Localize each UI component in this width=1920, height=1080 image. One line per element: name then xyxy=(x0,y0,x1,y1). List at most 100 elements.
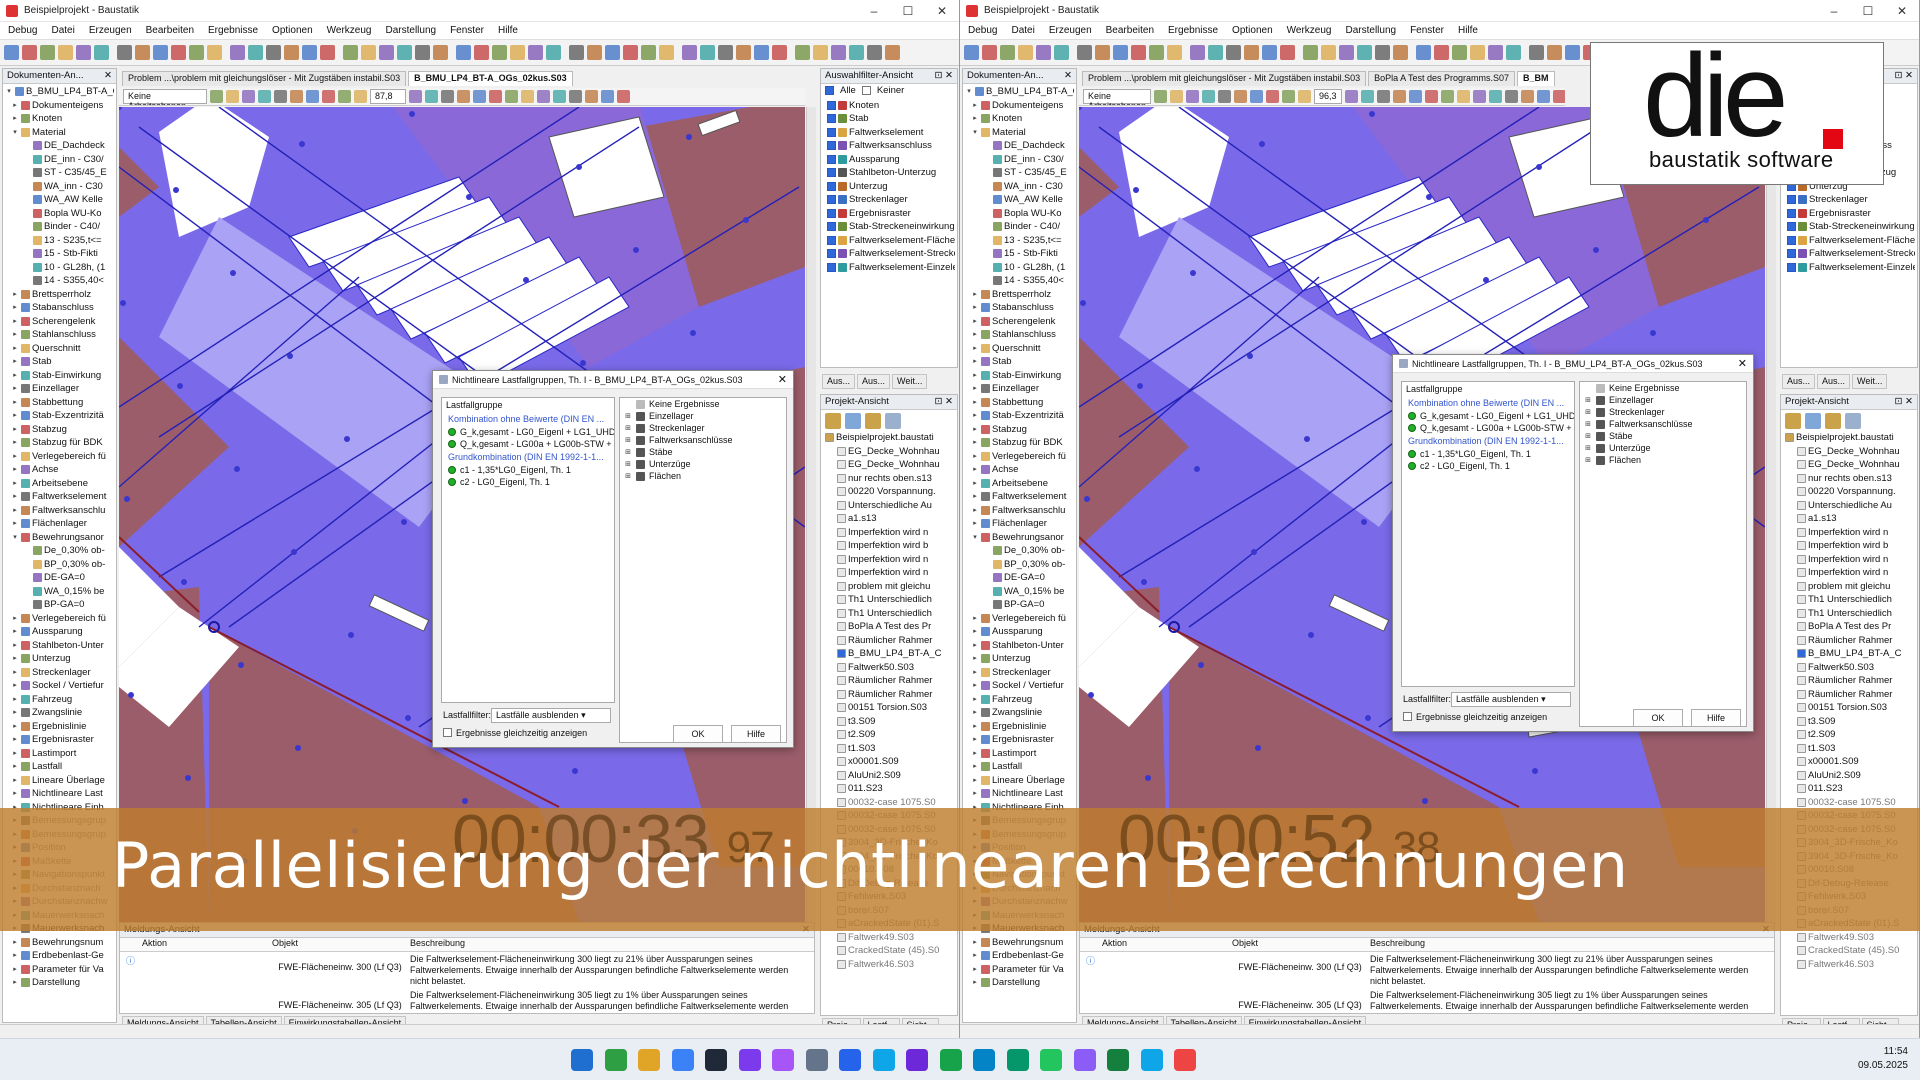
filter-item[interactable]: Ergebnisraster xyxy=(1783,207,1915,221)
expand-toggle-icon[interactable]: ▸ xyxy=(971,288,979,302)
project-item[interactable]: Faltwerk46.S03 xyxy=(1783,958,1915,972)
tree-item[interactable]: BP_0,30% ob- xyxy=(5,558,114,572)
menu-erzeugen[interactable]: Erzeugen xyxy=(89,25,132,36)
maximize-icon[interactable]: ☐ xyxy=(891,4,925,18)
expand-toggle-icon[interactable]: ▸ xyxy=(971,355,979,369)
cad-tool-icon[interactable] xyxy=(1344,90,1358,103)
tree-item[interactable]: ▸ Lastfall xyxy=(5,760,114,774)
menu-fenster[interactable]: Fenster xyxy=(1410,25,1444,36)
toolbar-button-icon[interactable] xyxy=(754,45,769,60)
cad-tool-icon[interactable] xyxy=(1360,90,1374,103)
project-item[interactable]: Th1 Unterschiedlich xyxy=(1783,607,1915,621)
filter-item[interactable]: Faltwerkselement-Einzelein xyxy=(1783,261,1915,275)
tree-item[interactable]: ▾ B_BMU_LP4_BT-A_O xyxy=(965,85,1074,99)
taskbar-app-icon[interactable] xyxy=(571,1049,593,1071)
tree-item[interactable]: ▾ Bewehrungsanor xyxy=(965,531,1074,545)
tree-item[interactable]: ▾ B_BMU_LP4_BT-A_O xyxy=(5,85,114,99)
project-item[interactable]: BoPla A Test des Pr xyxy=(1783,620,1915,634)
column-objekt[interactable]: Objekt xyxy=(1230,938,1370,951)
toolbar-button-icon[interactable] xyxy=(718,45,733,60)
taskbar-app-icon[interactable] xyxy=(973,1049,995,1071)
expand-toggle-icon[interactable]: ⊞ xyxy=(624,460,632,468)
cad-tool-icon[interactable] xyxy=(585,90,598,103)
loadcase-filter-select[interactable]: Lastfälle ausblenden ▾ xyxy=(491,708,611,723)
expand-toggle-icon[interactable]: ▸ xyxy=(971,976,979,990)
filter-item[interactable]: Faltwerkselement-Flächenei xyxy=(823,234,955,248)
minimize-icon[interactable]: – xyxy=(857,4,891,18)
expand-toggle-icon[interactable]: ▸ xyxy=(11,774,19,788)
cad-tool-icon[interactable] xyxy=(489,90,502,103)
project-item[interactable]: Imperfektion wird n xyxy=(823,526,955,540)
tree-item[interactable]: De_0,30% ob- xyxy=(5,544,114,558)
tree-item[interactable]: ▸ Stabzug für BDK xyxy=(965,436,1074,450)
expand-toggle-icon[interactable]: ▸ xyxy=(11,328,19,342)
tree-item[interactable]: ▸ Scherengelenk xyxy=(965,315,1074,329)
expand-toggle-icon[interactable]: ▸ xyxy=(971,382,979,396)
project-item[interactable]: 00151 Torsion.S03 xyxy=(1783,701,1915,715)
expand-toggle-icon[interactable]: ⊞ xyxy=(1584,396,1592,404)
tree-item[interactable]: ▾ Material xyxy=(5,126,114,140)
expand-toggle-icon[interactable]: ▸ xyxy=(971,720,979,734)
filter-item[interactable]: Stab-Streckeneinwirkung xyxy=(823,220,955,234)
expand-toggle-icon[interactable]: ▸ xyxy=(971,342,979,356)
toolbar-button-icon[interactable] xyxy=(1036,45,1051,60)
expand-toggle-icon[interactable]: ▸ xyxy=(11,652,19,666)
checkbox-icon[interactable] xyxy=(861,86,871,96)
tree-item[interactable]: 10 - GL28h, (1 xyxy=(5,261,114,275)
tree-item[interactable]: ▸ Verlegebereich fü xyxy=(965,612,1074,626)
expand-toggle-icon[interactable]: ▸ xyxy=(971,639,979,653)
vertical-scrollbar[interactable] xyxy=(1766,107,1776,922)
project-item[interactable]: Th1 Unterschiedlich xyxy=(1783,593,1915,607)
expand-toggle-icon[interactable]: ▸ xyxy=(971,112,979,126)
filter-item[interactable]: Aussparung xyxy=(823,153,955,167)
cad-tool-icon[interactable] xyxy=(601,90,614,103)
menu-fenster[interactable]: Fenster xyxy=(450,25,484,36)
project-item[interactable]: BoPla A Test des Pr xyxy=(823,620,955,634)
cad-tool-icon[interactable] xyxy=(1456,90,1470,103)
project-item[interactable]: 00151 Torsion.S03 xyxy=(823,701,955,715)
project-item[interactable]: nur rechts oben.s13 xyxy=(823,472,955,486)
close-icon[interactable]: ✕ xyxy=(1885,4,1919,18)
cad-tool-icon[interactable] xyxy=(1408,90,1422,103)
expand-toggle-icon[interactable]: ▸ xyxy=(11,504,19,518)
expand-toggle-icon[interactable]: ▸ xyxy=(971,625,979,639)
cad-tool-icon[interactable] xyxy=(553,90,566,103)
taskbar-app-icon[interactable] xyxy=(705,1049,727,1071)
tab-bmu[interactable]: B_BMU_LP4_BT-A_OGs_02kus.S03 xyxy=(408,71,573,86)
checkbox-icon[interactable] xyxy=(827,168,836,178)
filter-item[interactable]: Faltwerkselement-Flächenei xyxy=(1783,234,1915,248)
checkbox-icon[interactable] xyxy=(827,195,836,205)
expand-toggle-icon[interactable]: ▸ xyxy=(971,679,979,693)
tree-item[interactable]: Binder - C40/ xyxy=(965,220,1074,234)
toolbar-button-icon[interactable] xyxy=(885,45,900,60)
expand-toggle-icon[interactable]: ⊞ xyxy=(624,412,632,420)
project-item[interactable]: 00032-case 1075.S0 xyxy=(823,796,955,810)
filter-item[interactable]: Streckenlager xyxy=(1783,193,1915,207)
toolbar-button-icon[interactable] xyxy=(659,45,674,60)
tree-item[interactable]: WA_AW Kelle xyxy=(965,193,1074,207)
project-item[interactable]: a1.s13 xyxy=(823,512,955,526)
tree-item[interactable]: ▸ Parameter für Va xyxy=(965,963,1074,977)
cad-tool-icon[interactable] xyxy=(409,90,422,103)
cad-tool-icon[interactable] xyxy=(1282,90,1296,103)
checkbox-icon[interactable] xyxy=(1787,208,1796,218)
tab-problem[interactable]: Problem ...\problem mit gleichungslöser … xyxy=(122,71,407,86)
tree-item[interactable]: ▸ Knoten xyxy=(5,112,114,126)
toolbar-button-icon[interactable] xyxy=(813,45,828,60)
toolbar-button-icon[interactable] xyxy=(1416,45,1431,60)
expand-toggle-icon[interactable]: ▸ xyxy=(11,706,19,720)
toolbar-button-icon[interactable] xyxy=(397,45,412,60)
pin-icon[interactable]: ⊡ ✕ xyxy=(934,70,953,82)
loadgroup-item[interactable]: Q_k,gesamt - LG00a + LG00b-STW + ... xyxy=(442,438,614,450)
tree-item[interactable]: ▸ Darstellung xyxy=(965,976,1074,990)
project-item[interactable]: EG_Decke_Wohnhau xyxy=(823,445,955,459)
tree-item[interactable]: ▸ Lineare Überlage xyxy=(965,774,1074,788)
cad-tool-icon[interactable] xyxy=(1424,90,1438,103)
menu-bearbeiten[interactable]: Bearbeiten xyxy=(146,25,194,36)
tree-item[interactable]: ST - C35/45_E xyxy=(965,166,1074,180)
tree-item[interactable]: ▸ Ergebnisraster xyxy=(965,733,1074,747)
expand-toggle-icon[interactable]: ▸ xyxy=(11,301,19,315)
project-item[interactable]: 00220 Vorspannung. xyxy=(823,485,955,499)
project-item[interactable]: EG_Decke_Wohnhau xyxy=(1783,458,1915,472)
select-all-label[interactable]: Alle xyxy=(840,84,856,98)
